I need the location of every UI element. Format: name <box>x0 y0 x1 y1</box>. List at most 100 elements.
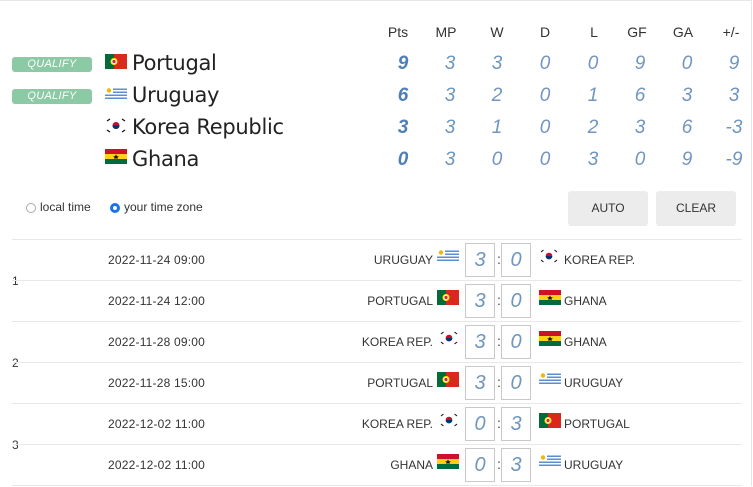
korea-flag-icon <box>105 118 127 133</box>
header-d: D <box>539 24 551 40</box>
match-datetime: 2022-11-28 09:00 <box>108 335 206 349</box>
stat-d: 0 <box>539 85 551 106</box>
match-row[interactable]: 2022-12-02 11:00 GHANA 0 : 3 URUGUAY <box>12 444 742 485</box>
clear-button[interactable]: CLEAR <box>656 191 736 226</box>
radio-selected-icon[interactable] <box>110 203 120 213</box>
korea-flag-icon <box>539 249 559 263</box>
stat-d: 0 <box>539 149 551 170</box>
stat-w: 1 <box>491 117 503 138</box>
portugal-flag-icon <box>539 413 561 428</box>
stat-l: 3 <box>587 149 599 170</box>
uruguay-flag-icon <box>105 87 127 101</box>
match-row[interactable]: 2022-11-28 15:00 PORTUGAL 3 : 0 URUGUAY <box>12 362 742 403</box>
stat-d: 0 <box>539 53 551 74</box>
stat-ga: 6 <box>681 117 693 138</box>
home-score-input[interactable]: 0 <box>465 448 495 482</box>
home-score-input[interactable]: 3 <box>465 325 495 359</box>
match-row[interactable]: 2022-12-02 11:00 KOREA REP. 0 : 3 PORTUG… <box>12 403 742 444</box>
local-time-label: local time <box>40 200 91 214</box>
stat-mp: 3 <box>444 117 456 138</box>
korea-flag-icon <box>439 331 459 345</box>
home-team: PORTUGAL <box>367 376 433 390</box>
uruguay-flag-icon <box>539 372 561 386</box>
home-team: GHANA <box>390 458 433 472</box>
stat-pts: 9 <box>397 53 409 74</box>
local-time-radio[interactable]: local time <box>26 200 91 214</box>
portugal-flag-icon <box>105 54 127 69</box>
bottom-divider <box>12 485 742 486</box>
stat-d: 0 <box>539 117 551 138</box>
portugal-flag-icon <box>437 290 459 305</box>
home-score-input[interactable]: 3 <box>465 243 495 277</box>
home-team: URUGUAY <box>373 253 433 267</box>
home-team: KOREA REP. <box>361 417 433 431</box>
ghana-flag-icon <box>437 454 459 469</box>
ghana-flag-icon <box>539 331 561 346</box>
match-datetime: 2022-11-24 09:00 <box>108 253 206 267</box>
stat-l: 2 <box>587 117 599 138</box>
your-time-zone-radio[interactable]: your time zone <box>110 200 203 214</box>
stat-goal-diff: -3 <box>725 117 743 138</box>
match-datetime: 2022-11-24 12:00 <box>108 294 206 308</box>
standings-row-korea[interactable]: Korea Republic 3 3 1 0 2 3 6 -3 <box>0 112 753 144</box>
stat-ga: 0 <box>681 53 693 74</box>
auto-button[interactable]: AUTO <box>568 191 648 226</box>
korea-flag-icon <box>439 413 459 427</box>
match-row[interactable]: 2022-11-24 12:00 PORTUGAL 3 : 0 GHANA <box>12 280 742 321</box>
team-name: Portugal <box>132 51 217 75</box>
uruguay-flag-icon <box>437 249 459 263</box>
header-gf: GF <box>627 24 647 40</box>
stat-gf: 6 <box>634 85 646 106</box>
away-team: URUGUAY <box>564 458 624 472</box>
qualify-badge: QUALIFY <box>12 57 92 72</box>
standings-row-portugal[interactable]: QUALIFY Portugal 9 3 3 0 0 9 0 9 <box>0 48 753 80</box>
stat-w: 2 <box>491 85 503 106</box>
away-team: GHANA <box>564 335 607 349</box>
header-w: W <box>490 24 504 40</box>
standings-row-ghana[interactable]: Ghana 0 3 0 0 3 0 9 -9 <box>0 144 753 176</box>
standings-row-uruguay[interactable]: QUALIFY Uruguay 6 3 2 0 1 6 3 3 <box>0 80 753 112</box>
header-l: L <box>590 24 598 40</box>
home-score-input[interactable]: 3 <box>465 366 495 400</box>
match-datetime: 2022-12-02 11:00 <box>108 458 206 472</box>
home-score-input[interactable]: 3 <box>465 284 495 318</box>
stat-goal-diff: -9 <box>725 149 743 170</box>
stat-w: 0 <box>491 149 503 170</box>
away-score-input[interactable]: 3 <box>501 448 531 482</box>
ghana-flag-icon <box>105 149 127 164</box>
match-datetime: 2022-12-02 11:00 <box>108 417 206 431</box>
stat-ga: 3 <box>681 85 693 106</box>
stat-ga: 9 <box>681 149 693 170</box>
stat-l: 1 <box>587 85 599 106</box>
stat-gf: 3 <box>634 117 646 138</box>
home-team: KOREA REP. <box>361 335 433 349</box>
ghana-flag-icon <box>539 290 561 305</box>
away-team: PORTUGAL <box>564 417 630 431</box>
away-score-input[interactable]: 0 <box>501 243 531 277</box>
stat-pts: 3 <box>397 117 409 138</box>
stat-goal-diff: 9 <box>728 53 740 74</box>
team-name: Uruguay <box>132 83 220 107</box>
match-row[interactable]: 2022-11-28 09:00 KOREA REP. 3 : 0 GHANA <box>12 321 742 362</box>
header-mp: MP <box>435 24 457 40</box>
radio-unselected-icon[interactable] <box>26 203 36 213</box>
away-score-input[interactable]: 0 <box>501 325 531 359</box>
your-time-zone-label: your time zone <box>124 200 203 214</box>
match-datetime: 2022-11-28 15:00 <box>108 376 206 390</box>
match-row[interactable]: 2022-11-24 09:00 URUGUAY 3 : 0 KOREA REP… <box>12 239 742 280</box>
team-name: Korea Republic <box>132 115 284 139</box>
uruguay-flag-icon <box>539 454 561 468</box>
stat-mp: 3 <box>444 149 456 170</box>
away-team: URUGUAY <box>564 376 624 390</box>
home-score-input[interactable]: 0 <box>465 407 495 441</box>
away-score-input[interactable]: 0 <box>501 284 531 318</box>
stat-mp: 3 <box>444 53 456 74</box>
away-score-input[interactable]: 3 <box>501 407 531 441</box>
stat-gf: 0 <box>634 149 646 170</box>
stat-l: 0 <box>587 53 599 74</box>
header-pts: Pts <box>387 24 409 40</box>
stat-pts: 6 <box>397 85 409 106</box>
away-score-input[interactable]: 0 <box>501 366 531 400</box>
stat-pts: 0 <box>397 149 409 170</box>
stat-mp: 3 <box>444 85 456 106</box>
